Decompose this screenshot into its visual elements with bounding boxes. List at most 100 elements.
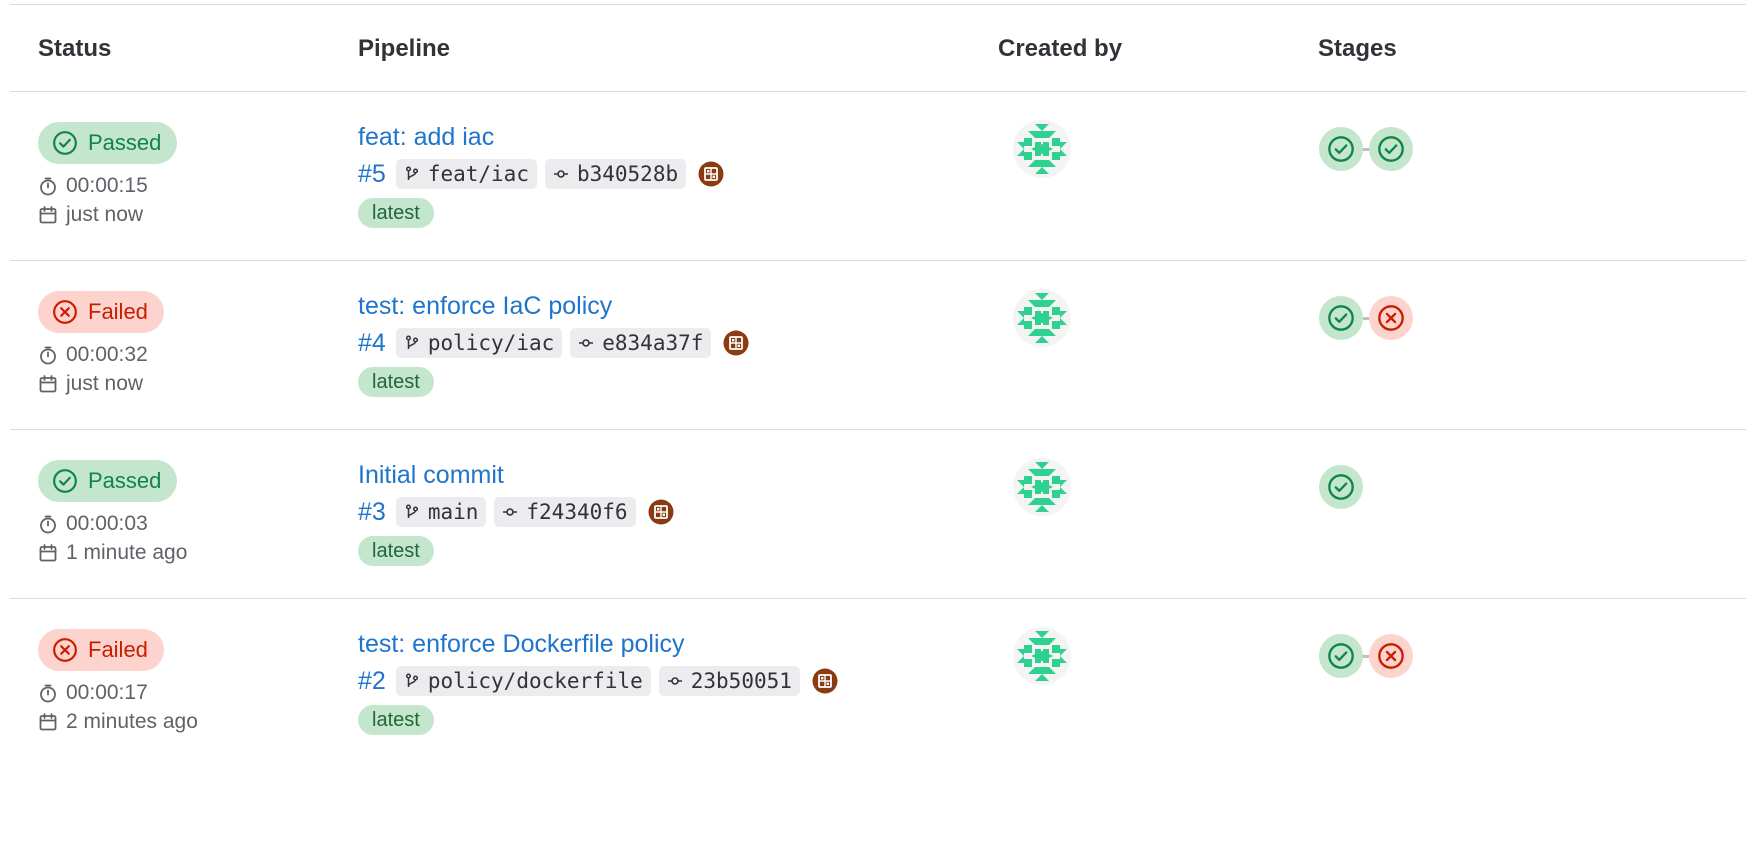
timer-icon	[38, 176, 66, 196]
finished-time: 2 minutes ago	[38, 710, 198, 734]
branch-icon	[404, 673, 428, 689]
branch-icon	[404, 335, 428, 351]
branch-name: policy/dockerfile	[427, 669, 643, 693]
pipelines-table: Status Pipeline Created by Stages Passed…	[10, 5, 1746, 767]
pipeline-commit-title-link[interactable]: feat: add iac	[358, 123, 494, 152]
pipeline-stages	[1319, 465, 1363, 509]
commit-sha: f24340f6	[526, 500, 628, 524]
pipeline-id-link[interactable]: #5	[358, 160, 386, 189]
duration: 00:00:15	[38, 174, 148, 198]
table-row: Passed 00:00:03 1 minute ago Initial com…	[10, 430, 1746, 599]
finished-time-value: 1 minute ago	[66, 541, 188, 564]
branch-icon	[404, 504, 428, 520]
finished-time-value: just now	[66, 203, 144, 226]
calendar-icon	[38, 712, 66, 732]
avatar[interactable]	[1013, 120, 1071, 178]
table-row: Passed 00:00:15 just now feat: add iac #…	[10, 92, 1746, 261]
timer-icon	[38, 514, 66, 534]
stage-failed-button[interactable]	[1369, 634, 1413, 678]
pipeline-commit-title-link[interactable]: Initial commit	[358, 461, 504, 490]
error-circle-icon	[52, 637, 78, 663]
branch-name: main	[427, 500, 479, 524]
branch-chip[interactable]: feat/iac	[395, 159, 537, 189]
check-circle-icon	[1327, 473, 1355, 501]
finished-time: just now	[38, 203, 143, 227]
check-circle-icon	[52, 468, 78, 494]
commit-icon	[553, 166, 577, 182]
stage-passed-button[interactable]	[1319, 465, 1363, 509]
error-circle-icon	[52, 299, 78, 325]
commit-sha: 23b50051	[690, 669, 792, 693]
check-circle-icon	[1377, 135, 1405, 163]
stage-failed-button[interactable]	[1369, 296, 1413, 340]
duration-value: 00:00:15	[66, 174, 148, 197]
status-label: Failed	[88, 299, 148, 324]
latest-badge: latest	[358, 198, 434, 228]
table-row: Failed 00:00:32 just now test: enforce I…	[10, 261, 1746, 430]
stage-passed-button[interactable]	[1319, 127, 1363, 171]
stage-passed-button[interactable]	[1319, 634, 1363, 678]
pipeline-stages	[1319, 634, 1413, 678]
avatar[interactable]	[1013, 627, 1071, 685]
stage-passed-button[interactable]	[1369, 127, 1413, 171]
check-circle-icon	[1327, 642, 1355, 670]
commit-sha: e834a37f	[602, 331, 704, 355]
timer-icon	[38, 683, 66, 703]
calendar-icon	[38, 374, 66, 394]
commit-icon	[502, 504, 526, 520]
finished-time: just now	[38, 372, 143, 396]
header-created-by: Created by	[998, 35, 1123, 62]
duration: 00:00:03	[38, 512, 148, 536]
status-label: Failed	[88, 637, 148, 662]
branch-chip[interactable]: policy/iac	[395, 328, 563, 358]
status-badge[interactable]: Failed	[38, 629, 164, 671]
status-badge[interactable]: Failed	[38, 291, 164, 333]
check-circle-icon	[1327, 304, 1355, 332]
timer-icon	[38, 345, 66, 365]
stage-passed-button[interactable]	[1319, 296, 1363, 340]
pipeline-commit-title-link[interactable]: test: enforce Dockerfile policy	[358, 630, 685, 659]
duration-value: 00:00:17	[66, 681, 148, 704]
pipeline-source-icon	[812, 668, 838, 694]
status-badge[interactable]: Passed	[38, 460, 178, 502]
finished-time-value: just now	[66, 372, 144, 395]
status-badge[interactable]: Passed	[38, 122, 178, 164]
duration-value: 00:00:32	[66, 343, 148, 366]
commit-chip[interactable]: e834a37f	[570, 328, 712, 358]
calendar-icon	[38, 205, 66, 225]
pipeline-id-link[interactable]: #2	[358, 667, 386, 696]
branch-name: feat/iac	[427, 162, 529, 186]
avatar[interactable]	[1013, 458, 1071, 516]
status-label: Passed	[88, 130, 162, 155]
commit-chip[interactable]: f24340f6	[494, 497, 636, 527]
branch-name: policy/iac	[427, 331, 555, 355]
pipeline-refs: #2 policy/dockerfile 23b50051	[358, 665, 838, 697]
latest-badge: latest	[358, 536, 434, 566]
pipeline-source-icon	[698, 161, 724, 187]
pipeline-stages	[1319, 127, 1413, 171]
pipeline-refs: #4 policy/iac e834a37f	[358, 327, 749, 359]
header-pipeline: Pipeline	[358, 35, 451, 62]
check-circle-icon	[52, 130, 78, 156]
avatar[interactable]	[1013, 289, 1071, 347]
pipeline-source-icon	[648, 499, 674, 525]
duration: 00:00:32	[38, 343, 148, 367]
table-header: Status Pipeline Created by Stages	[10, 5, 1746, 92]
commit-chip[interactable]: 23b50051	[658, 666, 800, 696]
calendar-icon	[38, 543, 66, 563]
pipeline-id-link[interactable]: #4	[358, 329, 386, 358]
branch-chip[interactable]: policy/dockerfile	[395, 666, 651, 696]
error-circle-icon	[1377, 304, 1405, 332]
header-status: Status	[38, 35, 112, 62]
branch-icon	[404, 166, 428, 182]
latest-badge: latest	[358, 367, 434, 397]
latest-badge: latest	[358, 705, 434, 735]
pipeline-commit-title-link[interactable]: test: enforce IaC policy	[358, 292, 612, 321]
commit-chip[interactable]: b340528b	[544, 159, 687, 189]
pipeline-id-link[interactable]: #3	[358, 498, 386, 527]
pipeline-stages	[1319, 296, 1413, 340]
branch-chip[interactable]: main	[395, 497, 487, 527]
duration-value: 00:00:03	[66, 512, 148, 535]
pipeline-source-icon	[723, 330, 749, 356]
table-row: Failed 00:00:17 2 minutes ago test: enfo…	[10, 599, 1746, 767]
